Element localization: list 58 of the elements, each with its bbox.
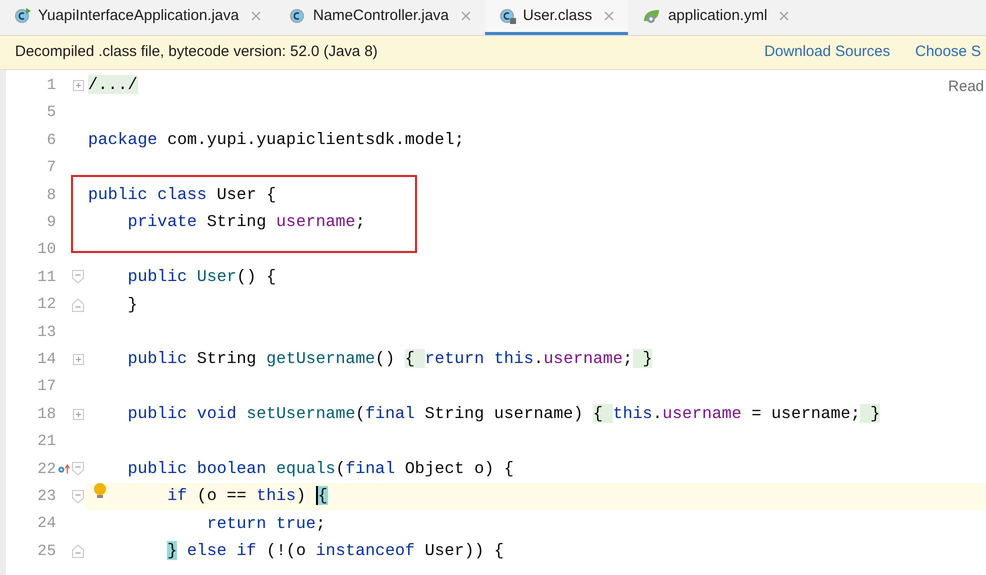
editor-tab[interactable]: YuapiInterfaceApplication.java [0,0,275,35]
class-icon [288,7,307,25]
banner-link[interactable]: Choose S [915,41,981,64]
editor-tab[interactable]: application.yml [628,0,804,35]
line-number: 8 [46,184,56,206]
fold-end-icon[interactable] [72,298,84,312]
line-number: 14 [36,348,56,370]
line-number: 6 [46,130,56,151]
line-number: 12 [36,294,56,316]
fold-start-icon[interactable] [72,462,84,476]
editor-tab[interactable]: User.class [484,0,628,35]
line-number: 21 [36,431,56,452]
code-line: } else if (!(o instanceof User)) { [166,543,504,560]
banner-link[interactable]: Download Sources [764,41,890,64]
code-line: } [126,296,138,314]
line-number: 7 [46,157,56,178]
line-number: 18 [36,404,56,425]
expand-fold-icon[interactable] [72,354,84,366]
override-icon[interactable] [58,462,70,476]
bulb-icon[interactable] [93,482,107,500]
close-icon[interactable] [250,11,261,21]
tab-label: application.yml [668,6,768,26]
close-icon[interactable] [779,11,790,21]
code-line: private String username; [126,214,366,231]
line-number: 9 [46,212,56,234]
banner-message: Decompiled .class file, bytecode version: 52.0 (Java 8) [15,42,378,62]
code-line: public class User { [88,187,276,204]
code-line: package com.yupi.yuapiclientsdk.model; [88,132,464,149]
line-number: 25 [36,540,56,562]
class-icon [498,7,517,25]
line-number: 5 [46,102,56,124]
line-number: 13 [36,322,56,343]
expand-fold-icon[interactable] [72,408,84,420]
code-line: public User() { [126,269,276,286]
line-number: 1 [46,75,56,96]
code-line: public boolean equals(final Object o) { [126,460,514,478]
close-icon[interactable] [604,11,614,21]
line-number: 24 [36,513,56,534]
fold-start-icon[interactable] [72,490,84,504]
code-line: public String getUsername() { return this.username; } [126,351,652,368]
fold-end-icon[interactable] [72,544,84,558]
line-number: 10 [36,239,56,260]
close-icon[interactable] [460,11,471,21]
expand-fold-icon[interactable] [72,80,84,92]
line-number: 23 [36,486,56,507]
tab-label: User.class [522,6,592,26]
class-icon [14,7,32,25]
fold-start-icon[interactable] [72,270,84,284]
line-number: 22 [36,458,56,480]
line-number: 11 [36,266,56,288]
line-number: 17 [36,376,56,398]
code-line: return true; [206,516,326,532]
code-line: public void setUsername(final String username) { this.username = username; } [126,406,880,423]
editor-tab[interactable]: NameController.java [274,0,485,35]
tab-label: NameController.java [312,6,449,26]
tab-label: YuapiInterfaceApplication.java [38,6,239,26]
code-line: if (o == this) { [166,488,328,505]
reader-mode-label[interactable]: Read [948,76,984,98]
